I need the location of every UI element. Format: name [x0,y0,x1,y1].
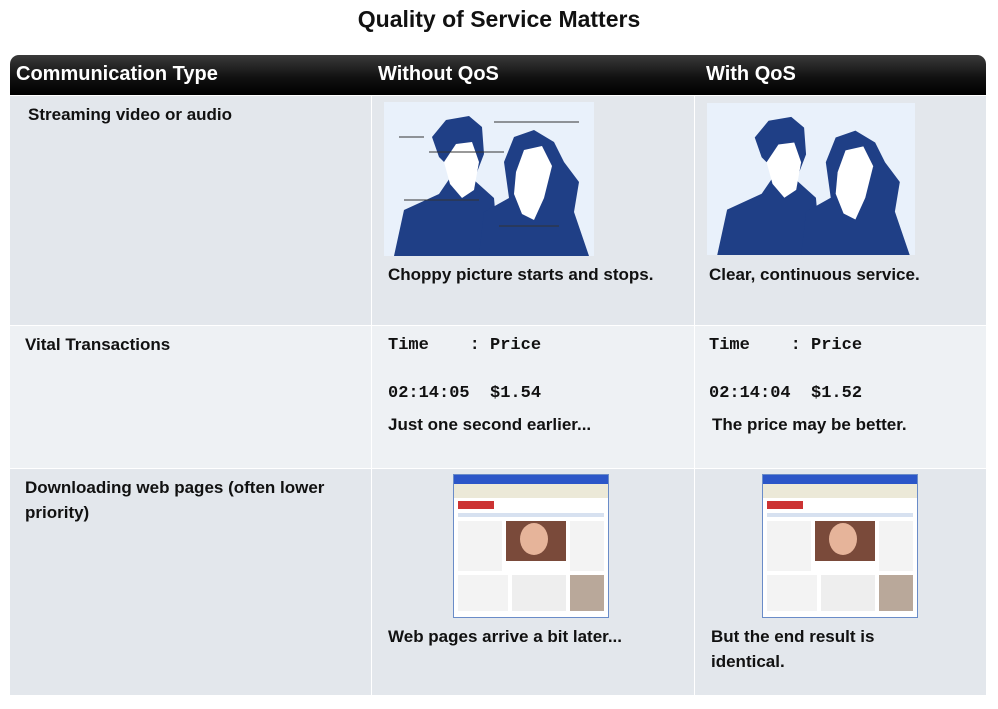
header-with-qos: With QoS [706,63,796,85]
row-label-vital: Vital Transactions [25,335,171,354]
row-label-streaming: Streaming video or audio [28,105,233,124]
time-price-header-without: Time : Price [388,336,542,355]
cell-without-qos: Web pages arrive a bit later... [372,469,694,695]
caption-with-streaming: Clear, continuous service. [709,265,920,284]
table-row-streaming: Streaming video or audio Choppy picture … [10,95,986,325]
cell-type: Vital Transactions [10,326,371,468]
caption-without-streaming: Choppy picture starts and stops. [388,265,654,284]
caption-with-downloading: But the end result is identical. [711,627,875,671]
webpage-screenshot-image [762,474,918,618]
cell-without-qos: Time : Price 02:14:05 $1.54 Just one sec… [372,326,694,468]
time-price-value-without: 02:14:05 $1.54 [388,384,542,403]
table-row-downloading: Downloading web pages (often lower prior… [10,468,986,695]
cell-with-qos: Time : Price 02:14:04 $1.52 The price ma… [695,326,986,468]
time-price-header-with: Time : Price [709,336,863,355]
choppy-video-image [384,102,594,256]
cell-with-qos: But the end result is identical. [695,469,986,695]
row-label-downloading: Downloading web pages (often lower prior… [25,478,325,522]
caption-without-downloading: Web pages arrive a bit later... [388,627,623,646]
time-price-value-with: 02:14:04 $1.52 [709,384,863,403]
cell-with-qos: Clear, continuous service. [695,96,986,325]
clear-video-image [707,103,915,255]
webpage-screenshot-image [453,474,609,618]
table-header: Communication Type Without QoS With QoS [10,55,986,95]
page-title: Quality of Service Matters [357,6,641,32]
qos-table: Communication Type Without QoS With QoS … [10,55,986,695]
caption-without-vital: Just one second earlier... [388,415,592,434]
header-without-qos: Without QoS [378,63,499,85]
cell-type: Streaming video or audio [10,96,371,325]
caption-with-vital: The price may be better. [712,415,907,434]
cell-type: Downloading web pages (often lower prior… [10,469,371,695]
table-row-vital: Vital Transactions Time : Price 02:14:05… [10,325,986,468]
cell-without-qos: Choppy picture starts and stops. [372,96,694,325]
header-communication-type: Communication Type [16,63,218,85]
